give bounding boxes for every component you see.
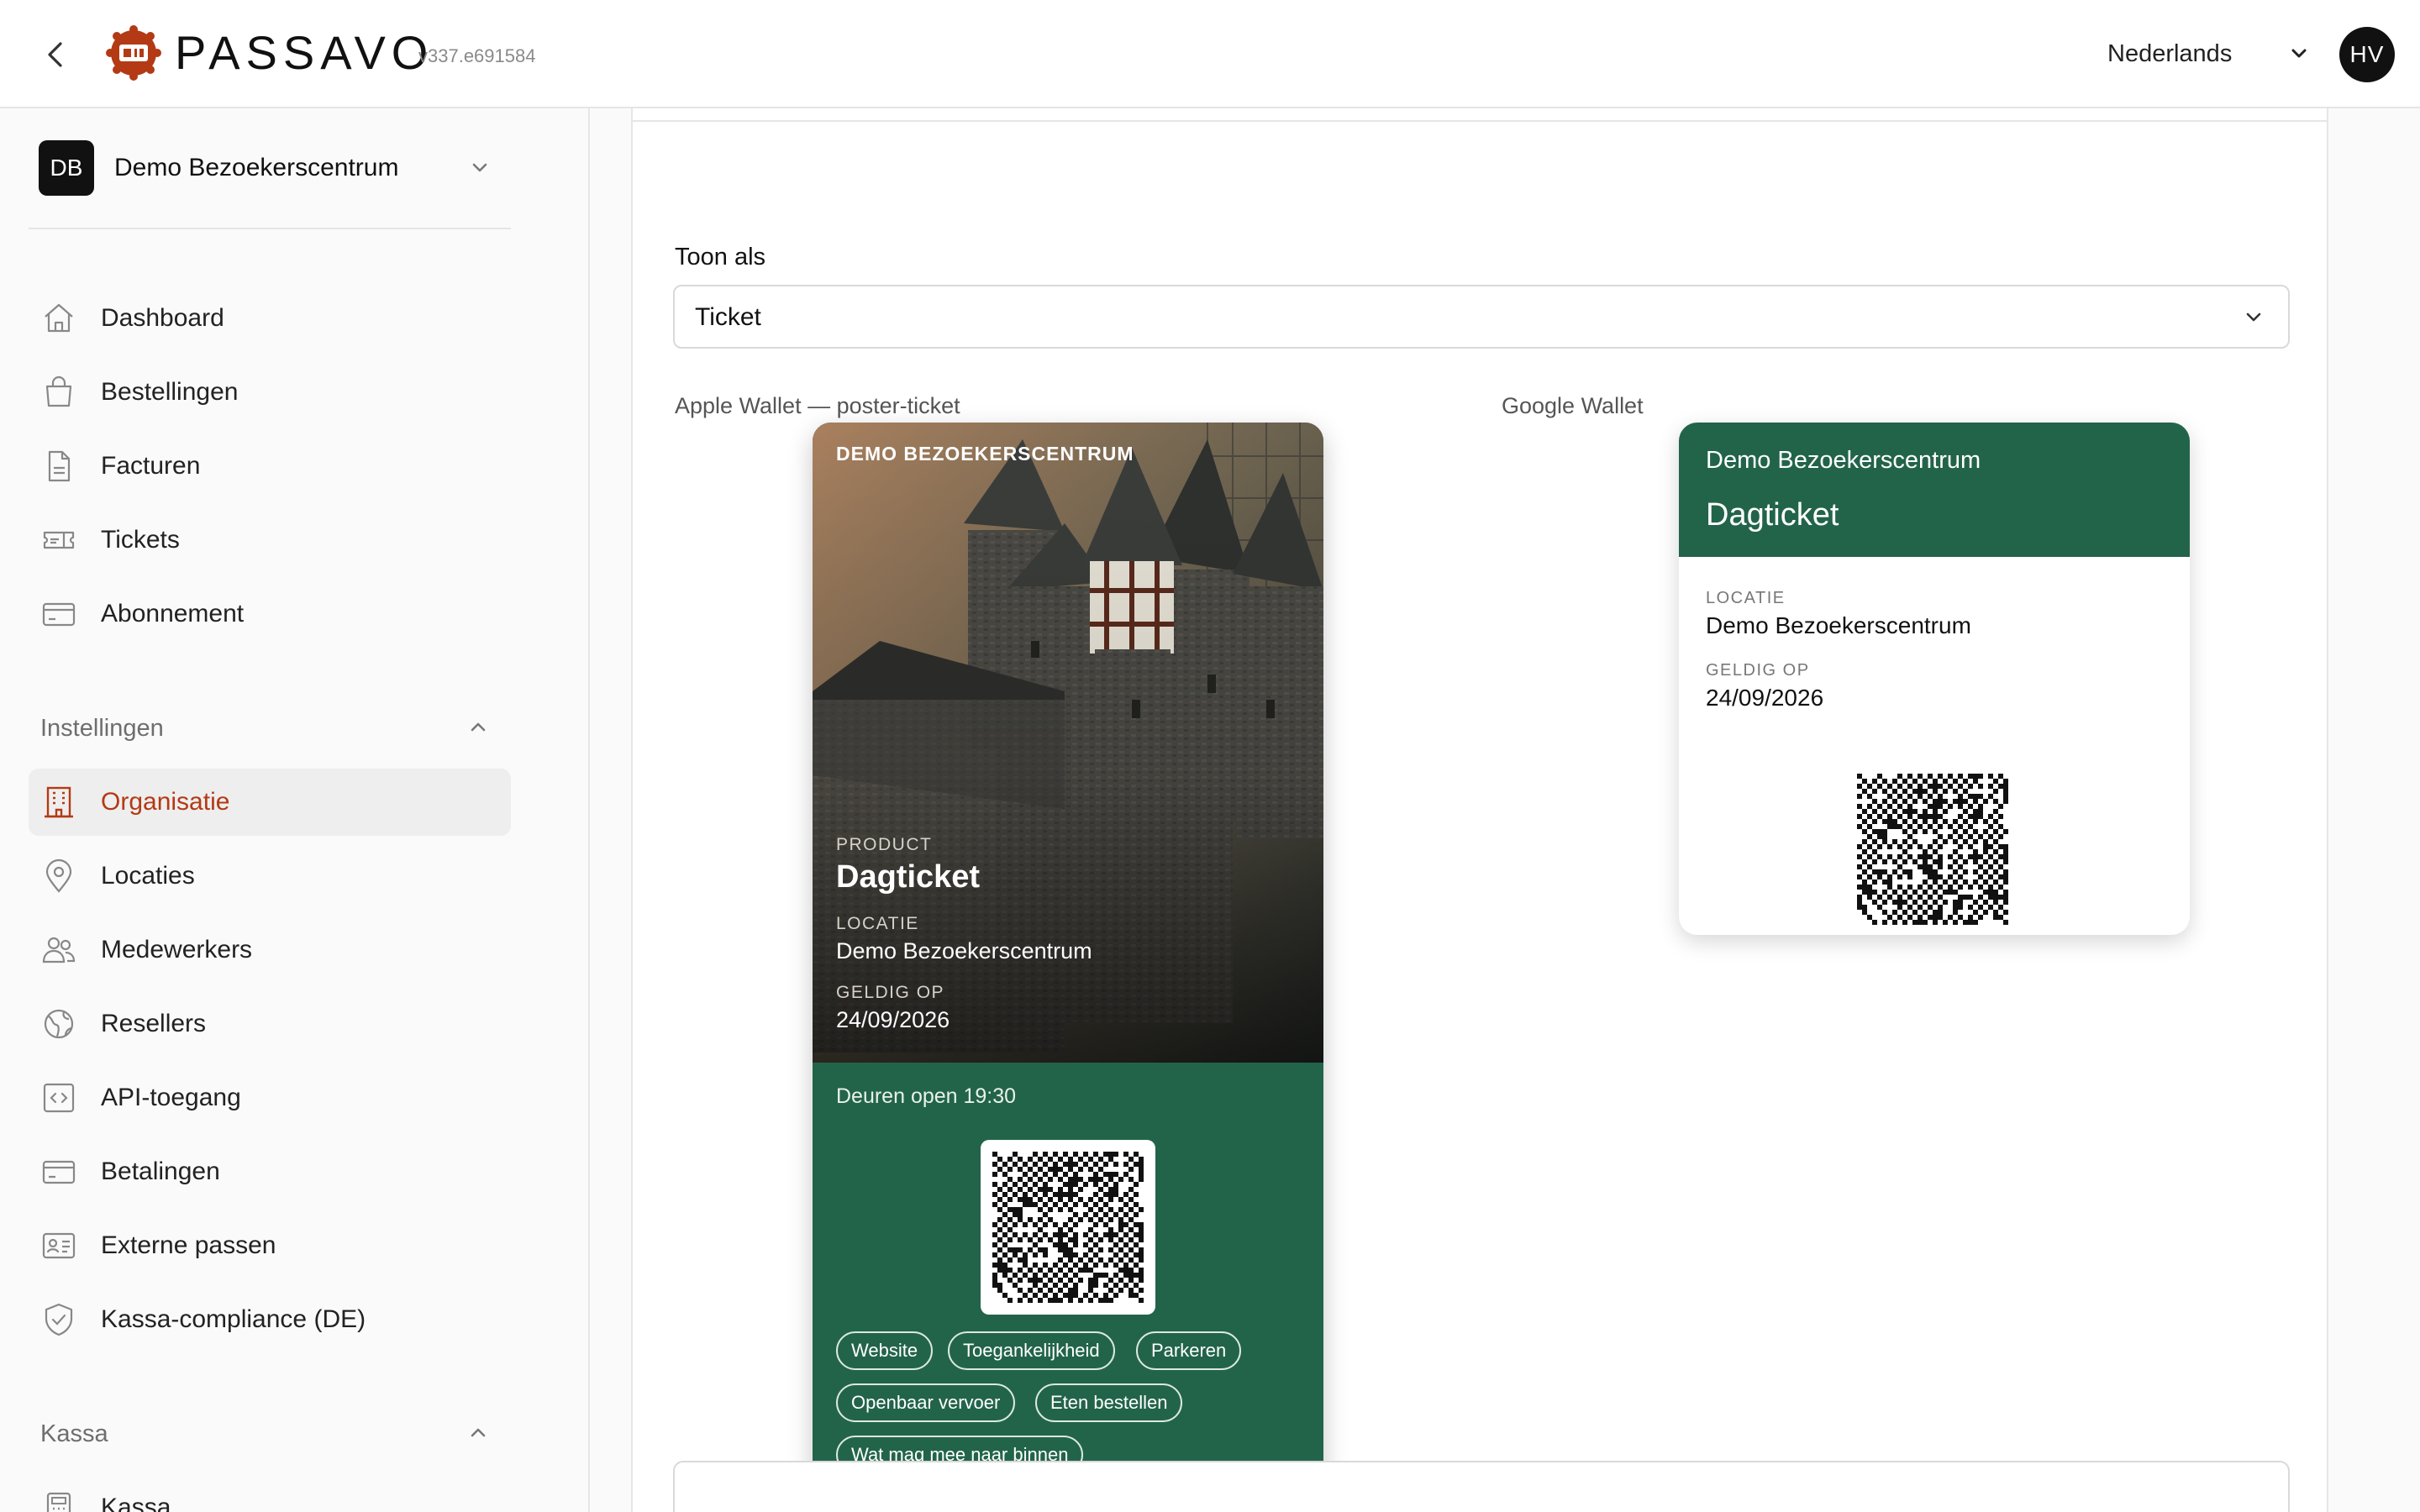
apple-wallet-label: Apple Wallet — poster-ticket — [675, 393, 960, 418]
sidebar-divider — [29, 228, 511, 229]
valid-label: GELDIG OP — [836, 983, 945, 1002]
sidebar-item-api-toegang[interactable]: API-toegang — [29, 1064, 511, 1131]
card-divider — [633, 120, 2327, 122]
calculator-icon — [46, 1492, 71, 1512]
chevron-up-icon — [471, 722, 486, 732]
sidebar-item-label: Dashboard — [101, 304, 224, 332]
top-bar: PASSAVO v337.e691584 Nederlands HV — [0, 0, 2420, 108]
org-name: Demo Bezoekerscentrum — [114, 154, 399, 181]
sidebar-item-kassa[interactable]: Kassa — [29, 1474, 511, 1512]
shield-check-icon — [45, 1303, 73, 1336]
org-badge: DB — [39, 140, 94, 196]
chevron-left-icon — [48, 42, 62, 67]
qr-code — [1857, 774, 2008, 925]
valid-value: 24/09/2026 — [1706, 685, 1824, 711]
app-version: v337.e691584 — [418, 45, 536, 66]
home-icon — [45, 303, 73, 333]
sidebar-item-label: Organisatie — [101, 788, 230, 816]
shopping-bag-icon — [45, 375, 72, 407]
sidebar-item-label: Resellers — [101, 1010, 207, 1037]
section-title: Kassa — [40, 1420, 108, 1447]
ticket-icon — [43, 531, 75, 549]
sidebar-item-label: Kassa — [101, 1494, 171, 1512]
sidebar-item-medewerkers[interactable]: Medewerkers — [29, 916, 511, 984]
display-as-select[interactable]: Ticket — [673, 285, 2290, 349]
pass-org-name: Demo Bezoekerscentrum — [1706, 447, 1981, 474]
qr-code — [981, 1140, 1155, 1315]
google-wallet-label: Google Wallet — [1502, 393, 1644, 418]
id-card-icon — [42, 1232, 76, 1259]
brand-logo-icon — [106, 25, 161, 81]
sidebar-item-dashboard[interactable]: Dashboard — [29, 285, 511, 352]
location-label: LOCATIE — [836, 914, 919, 933]
product-name: Dagticket — [836, 859, 981, 895]
next-section-card — [673, 1461, 2290, 1512]
sidebar-item-bestellingen[interactable]: Bestellingen — [29, 359, 511, 426]
credit-card-icon — [42, 1160, 76, 1184]
doors-open-text: Deuren open 19:30 — [836, 1084, 1017, 1108]
pass-title: Dagticket — [1706, 497, 1839, 533]
sidebar-item-label: API-toegang — [101, 1084, 241, 1111]
building-icon — [45, 786, 73, 818]
sidebar-item-organisatie[interactable]: Organisatie — [29, 769, 511, 836]
sidebar-item-locaties[interactable]: Locaties — [29, 843, 511, 910]
display-as-label: Toon als — [675, 244, 766, 270]
section-header-instellingen[interactable]: Instellingen — [40, 710, 511, 747]
link-chip-eten-bestellen[interactable]: Eten bestellen — [1035, 1383, 1183, 1422]
section-header-kassa[interactable]: Kassa — [40, 1415, 511, 1452]
pass-header: Demo Bezoekerscentrum Dagticket — [1679, 423, 2190, 557]
globe-icon — [44, 1009, 74, 1039]
sidebar-item-externe-passen[interactable]: Externe passen — [29, 1212, 511, 1279]
sidebar-item-resellers[interactable]: Resellers — [29, 990, 511, 1058]
apple-wallet-pass: DEMO BEZOEKERSCENTRUM PRODUCT Dagticket … — [813, 423, 1323, 1499]
pass-org-name: DEMO BEZOEKERSCENTRUM — [836, 443, 1134, 465]
google-wallet-pass: Demo Bezoekerscentrum Dagticket LOCATIE … — [1679, 423, 2190, 935]
code-icon — [43, 1083, 75, 1113]
link-chip-website[interactable]: Website — [836, 1331, 934, 1370]
main-content: Toon als Ticket Apple Wallet — poster-ti… — [591, 108, 2420, 1512]
sidebar-item-betalingen[interactable]: Betalingen — [29, 1138, 511, 1205]
display-as-value: Ticket — [695, 303, 761, 331]
chevron-down-icon — [2246, 312, 2261, 322]
sidebar-item-label: Tickets — [101, 526, 180, 554]
map-pin-icon — [45, 858, 72, 893]
users-icon — [42, 937, 76, 963]
organization-switcher[interactable]: DB Demo Bezoekerscentrum — [39, 140, 509, 196]
brand-name: PASSAVO — [175, 26, 434, 79]
back-button[interactable] — [37, 35, 76, 74]
chevron-up-icon — [471, 1428, 486, 1437]
pass-footer: Deuren open 19:30 Website Toegankelijkhe… — [813, 1063, 1323, 1499]
language-select[interactable]: Nederlands — [2107, 39, 2232, 69]
location-label: LOCATIE — [1706, 589, 1786, 607]
sidebar-item-label: Kassa-compliance (DE) — [101, 1305, 366, 1333]
sidebar-item-facturen[interactable]: Facturen — [29, 433, 511, 500]
sidebar-item-label: Abonnement — [101, 600, 245, 627]
valid-label: GELDIG OP — [1706, 661, 1810, 680]
valid-value: 24/09/2026 — [836, 1007, 950, 1032]
link-chip-parkeren[interactable]: Parkeren — [1136, 1331, 1242, 1370]
sidebar-item-label: Externe passen — [101, 1231, 276, 1259]
castle-photo: DEMO BEZOEKERSCENTRUM PRODUCT Dagticket … — [813, 423, 1323, 1063]
location-value: Demo Bezoekerscentrum — [1706, 612, 1971, 638]
credit-card-icon — [42, 602, 76, 627]
section-title: Instellingen — [40, 715, 164, 742]
sidebar-item-label: Bestellingen — [101, 378, 239, 406]
sidebar-item-label: Locaties — [101, 862, 195, 890]
product-label: PRODUCT — [836, 835, 933, 854]
sidebar-item-label: Facturen — [101, 452, 201, 480]
settings-card: Toon als Ticket Apple Wallet — poster-ti… — [631, 108, 2328, 1512]
document-icon — [48, 450, 71, 482]
link-chip-openbaar-vervoer[interactable]: Openbaar vervoer — [836, 1383, 1016, 1422]
location-value: Demo Bezoekerscentrum — [836, 938, 1092, 963]
sidebar: DB Demo Bezoekerscentrum Dashboard Beste… — [0, 108, 590, 1512]
sidebar-item-abonnement[interactable]: Abonnement — [29, 580, 511, 648]
sidebar-item-label: Medewerkers — [101, 936, 253, 963]
chevron-down-icon — [472, 163, 487, 172]
chevron-down-icon[interactable] — [2286, 40, 2312, 67]
link-chip-toegankelijkheid[interactable]: Toegankelijkheid — [948, 1331, 1115, 1370]
user-avatar[interactable]: HV — [2339, 27, 2395, 82]
sidebar-item-label: Betalingen — [101, 1158, 220, 1185]
sidebar-item-kassa-compliance[interactable]: Kassa-compliance (DE) — [29, 1286, 511, 1353]
sidebar-item-tickets[interactable]: Tickets — [29, 507, 511, 574]
